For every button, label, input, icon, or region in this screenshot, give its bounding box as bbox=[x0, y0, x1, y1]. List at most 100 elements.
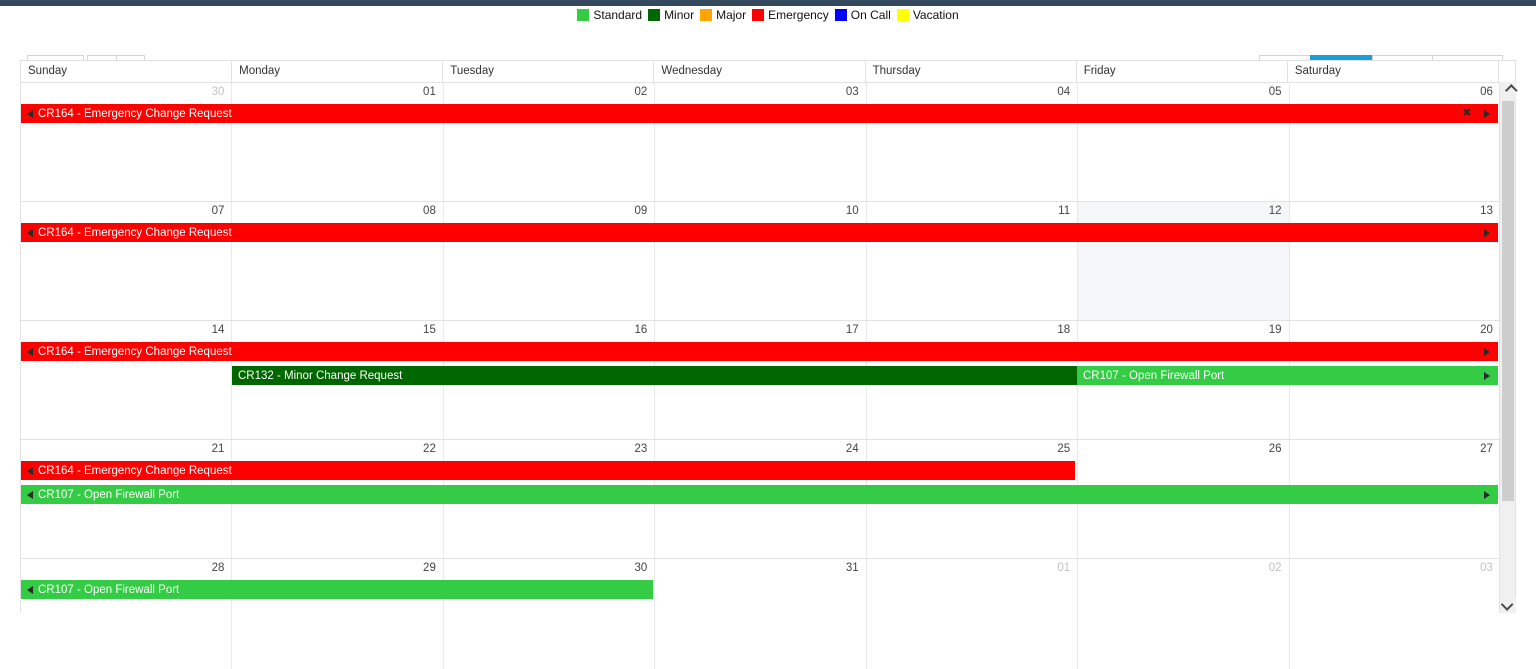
day-cell[interactable]: 09 bbox=[444, 202, 656, 320]
event-title: CR164 - Emergency Change Request bbox=[38, 107, 232, 120]
event-title: CR132 - Minor Change Request bbox=[238, 369, 403, 382]
event-title: CR107 - Open Firewall Port bbox=[1083, 369, 1225, 382]
event-continues-right-icon bbox=[1484, 491, 1490, 499]
day-number: 26 bbox=[1268, 443, 1282, 455]
weekday-header-monday: Monday bbox=[232, 61, 444, 82]
day-number: 30 bbox=[634, 562, 648, 574]
event-title: CR164 - Emergency Change Request bbox=[38, 464, 232, 477]
calendar-toolbar: Today October 2018 DayMonthWeekAgenda bbox=[0, 26, 1536, 77]
day-cell[interactable]: 08 bbox=[232, 202, 444, 320]
calendar-event[interactable]: CR107 - Open Firewall Port bbox=[1077, 366, 1498, 385]
day-number: 06 bbox=[1480, 86, 1493, 98]
day-number: 24 bbox=[845, 443, 859, 455]
day-number: 23 bbox=[634, 443, 648, 455]
day-number: 31 bbox=[845, 562, 859, 574]
day-cell[interactable]: 31 bbox=[655, 559, 867, 669]
day-number: 01 bbox=[1057, 562, 1071, 574]
day-cell[interactable]: 30 bbox=[21, 83, 233, 201]
legend-swatch-major bbox=[700, 8, 713, 21]
event-close-icon[interactable]: ✖ bbox=[1462, 108, 1472, 119]
week-row: 30 01 02 03 04 05 06 CR164 - Emergency Change R… bbox=[21, 83, 1515, 202]
day-number: 21 bbox=[211, 443, 225, 455]
day-number: 07 bbox=[211, 205, 225, 217]
day-number: 16 bbox=[634, 324, 648, 336]
calendar-event[interactable]: CR164 - Emergency Change Request bbox=[21, 223, 1498, 242]
day-cell[interactable]: 04 bbox=[867, 83, 1079, 201]
day-number: 25 bbox=[1057, 443, 1071, 455]
day-cell[interactable]: 10 bbox=[655, 202, 867, 320]
legend-item: Standard bbox=[577, 7, 643, 22]
day-number: 22 bbox=[423, 443, 436, 455]
day-number: 11 bbox=[1058, 205, 1071, 217]
day-cell[interactable]: 06 bbox=[1290, 83, 1500, 201]
calendar-event[interactable]: CR107 - Open Firewall Port bbox=[21, 485, 1498, 504]
event-continues-left-icon bbox=[27, 228, 33, 237]
day-cell[interactable]: 02 bbox=[1078, 559, 1290, 669]
day-cell[interactable]: 05 bbox=[1078, 83, 1290, 201]
day-number: 09 bbox=[634, 205, 648, 217]
legend-item: Major bbox=[700, 8, 746, 21]
day-number: 08 bbox=[423, 205, 436, 217]
day-cells: 07 08 09 10 11 12 13 bbox=[21, 202, 1500, 320]
legend-item: Emergency bbox=[752, 8, 829, 21]
weekday-header-sunday: Sunday bbox=[21, 61, 233, 82]
event-continues-left-icon bbox=[27, 585, 33, 594]
day-number: 12 bbox=[1268, 205, 1282, 217]
legend-label: On Call bbox=[850, 7, 891, 22]
day-number: 03 bbox=[845, 86, 859, 98]
calendar-event[interactable]: CR164 - Emergency Change Request bbox=[21, 342, 1498, 361]
day-number: 02 bbox=[634, 86, 648, 98]
week-rows: 30 01 02 03 04 05 06 CR164 - Emergency Change R… bbox=[21, 83, 1515, 669]
legend-swatch-minor bbox=[648, 8, 661, 21]
legend-label: Standard bbox=[593, 7, 643, 22]
scrollbar-thumb[interactable] bbox=[1502, 101, 1514, 501]
calendar-event[interactable]: CR164 - Emergency Change Request ✖ bbox=[21, 104, 1498, 123]
day-cell[interactable]: 12 bbox=[1078, 202, 1290, 320]
legend-swatch-on-call bbox=[834, 8, 847, 21]
week-row: 21 22 23 24 25 26 27 CR164 - Emergency Change R… bbox=[21, 440, 1515, 559]
day-cell[interactable]: 28 bbox=[21, 559, 233, 669]
chevron-up-icon bbox=[1504, 84, 1518, 97]
day-cell[interactable]: 30 bbox=[444, 559, 656, 669]
scroll-up-button[interactable] bbox=[1500, 82, 1518, 99]
scroll-down-button[interactable] bbox=[1500, 596, 1516, 613]
calendar-event[interactable]: CR107 - Open Firewall Port bbox=[21, 580, 653, 599]
calendar-event[interactable]: CR164 - Emergency Change Request bbox=[21, 461, 1075, 480]
event-continues-left-icon bbox=[27, 466, 33, 475]
legend-label: Minor bbox=[664, 7, 695, 22]
event-continues-right-icon bbox=[1484, 110, 1490, 118]
event-continues-left-icon bbox=[27, 347, 33, 356]
event-type-legend: Standard Minor Major Emergency On Call Vacati… bbox=[0, 6, 1536, 23]
legend-item: On Call bbox=[834, 7, 891, 22]
day-cell[interactable]: 14 bbox=[21, 321, 233, 439]
week-row: 07 08 09 10 11 12 13 CR164 - Emergency Change R… bbox=[21, 202, 1515, 321]
day-cell[interactable]: 01 bbox=[232, 83, 444, 201]
day-number: 04 bbox=[1057, 86, 1071, 98]
day-cell[interactable]: 13 bbox=[1290, 202, 1500, 320]
day-number: 05 bbox=[1268, 86, 1282, 98]
day-cell[interactable]: 11 bbox=[867, 202, 1079, 320]
day-number: 20 bbox=[1480, 324, 1493, 336]
event-continues-left-icon bbox=[27, 490, 33, 499]
day-cell[interactable]: 02 bbox=[444, 83, 656, 201]
day-cell[interactable]: 29 bbox=[232, 559, 444, 669]
chevron-down-icon bbox=[1500, 598, 1513, 611]
month-grid: Sunday Monday Tuesday Wednesday Thursday Frid… bbox=[20, 60, 1518, 669]
day-number: 19 bbox=[1268, 324, 1282, 336]
event-continues-left-icon bbox=[27, 109, 33, 118]
day-cell[interactable]: 03 bbox=[655, 83, 867, 201]
day-number: 18 bbox=[1057, 324, 1071, 336]
day-number: 01 bbox=[423, 86, 436, 98]
legend-item: Vacation bbox=[896, 7, 959, 22]
weekday-header-tuesday: Tuesday bbox=[443, 61, 655, 82]
event-continues-right-icon bbox=[1484, 348, 1490, 356]
day-cell[interactable]: 03 bbox=[1290, 559, 1500, 669]
event-title: CR164 - Emergency Change Request bbox=[38, 345, 232, 358]
day-cell[interactable]: 07 bbox=[21, 202, 233, 320]
event-title: CR164 - Emergency Change Request bbox=[38, 226, 232, 239]
calendar-scrollbar[interactable] bbox=[1499, 82, 1518, 613]
weekday-header-saturday: Saturday bbox=[1288, 61, 1499, 82]
day-cell[interactable]: 01 bbox=[867, 559, 1079, 669]
day-number: 15 bbox=[423, 324, 436, 336]
legend-label: Vacation bbox=[912, 7, 959, 22]
